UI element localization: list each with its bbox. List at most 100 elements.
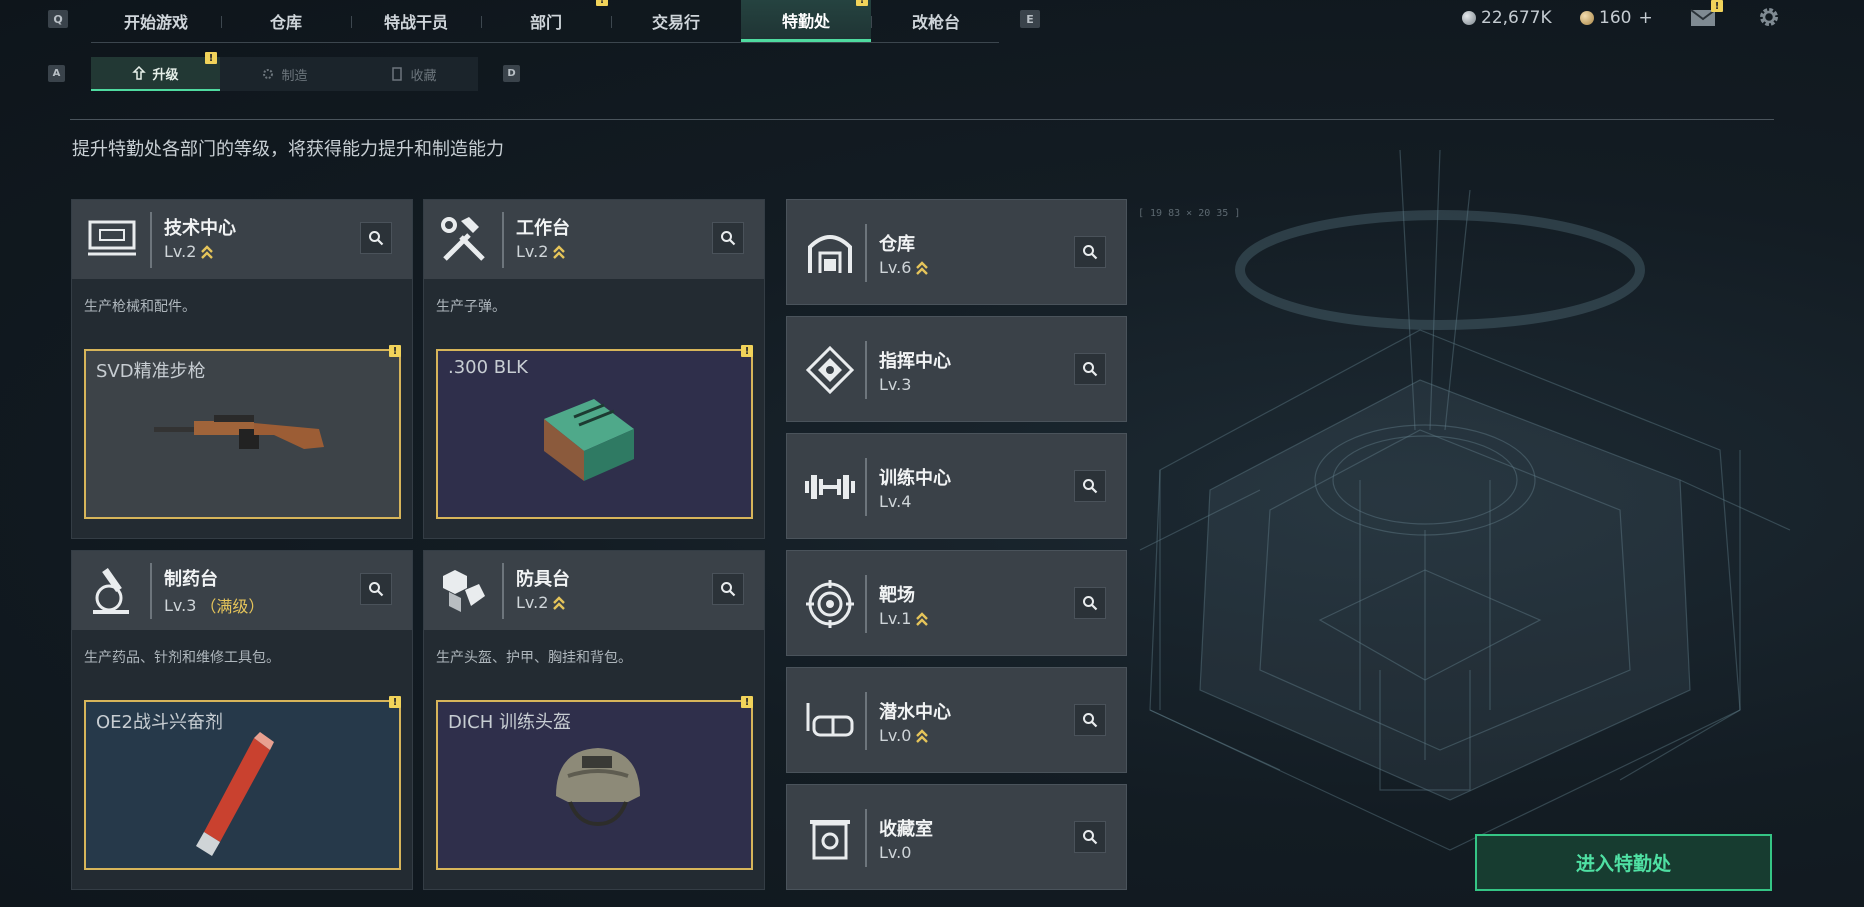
card-description: 生产头盔、护甲、胸挂和背包。 — [436, 650, 632, 666]
subtab-label: 收藏 — [410, 68, 437, 84]
coords-label: [ 19 83 × 20 35 ] — [1138, 208, 1241, 219]
notification-badge: ! — [389, 345, 401, 357]
tab-department[interactable]: 部门 ! — [481, 0, 611, 42]
inspect-button[interactable] — [1074, 821, 1106, 853]
workshop-card-pharmacy[interactable]: 制药台 Lv.3 （满级） 生产药品、针剂和维修工具包。 OE2战斗兴奋剂 ! — [71, 550, 413, 890]
facility-blueprint-illustration — [1139, 150, 1791, 851]
max-level-label: （满级） — [200, 597, 265, 616]
level-text: Lv.2 — [164, 242, 197, 261]
diving-center-icon — [799, 690, 861, 752]
card-separator — [150, 212, 152, 268]
tab-operators[interactable]: 特战干员 — [351, 0, 481, 42]
tab-special-ops[interactable]: 特勤处 ! — [741, 0, 871, 42]
silver-currency: 22,677K — [1462, 8, 1552, 28]
card-title: 制药台 — [164, 569, 218, 590]
workshop-card-armor-bench[interactable]: 防具台 Lv.2 生产头盔、护甲、胸挂和背包。 DICH 训练头盔 ! — [423, 550, 765, 890]
subtab-label: 制造 — [281, 68, 308, 84]
tab-label: 部门 — [529, 13, 562, 32]
search-icon — [1083, 245, 1098, 260]
search-icon — [1083, 596, 1098, 611]
tab-label: 特勤处 — [781, 11, 830, 31]
section-divider — [70, 119, 1774, 120]
tab-label: 特战干员 — [383, 13, 448, 32]
search-icon — [1083, 362, 1098, 377]
workshop-card-tech-center[interactable]: 技术中心 Lv.2 生产枪械和配件。 SVD精准步枪 ! — [71, 199, 413, 539]
silver-coin-icon — [1462, 11, 1476, 25]
add-gold-button[interactable]: + — [1638, 8, 1652, 28]
card-title: 训练中心 — [879, 468, 951, 489]
inspect-button[interactable] — [1074, 470, 1106, 502]
card-header: 技术中心 Lv.2 — [72, 200, 412, 279]
inspect-button[interactable] — [712, 222, 744, 254]
facility-card-command-center[interactable]: 指挥中心 Lv.3 — [786, 316, 1127, 422]
gold-coin-icon — [1580, 11, 1594, 25]
level-text: Lv.3 — [164, 595, 197, 615]
notification-badge: ! — [741, 696, 753, 708]
inspect-button[interactable] — [1074, 704, 1106, 736]
workbench-icon — [434, 210, 494, 270]
tab-warehouse[interactable]: 仓库 — [221, 0, 351, 42]
card-separator — [865, 575, 867, 633]
gold-currency: 160 + — [1580, 8, 1653, 28]
craft-icon — [263, 69, 274, 79]
card-title: 指挥中心 — [879, 351, 951, 372]
card-separator — [502, 563, 504, 619]
level-text: Lv.0 — [879, 843, 912, 862]
training-center-icon — [799, 456, 861, 518]
inspect-button[interactable] — [1074, 587, 1106, 619]
mail-button[interactable]: ! — [1690, 0, 1723, 28]
level-text: Lv.4 — [879, 492, 912, 511]
card-level: Lv.3 （满级） — [164, 593, 264, 617]
search-icon — [721, 231, 736, 246]
craft-item-box[interactable]: DICH 训练头盔 ! — [436, 696, 753, 870]
card-separator — [865, 224, 867, 282]
craft-item-name: DICH 训练头盔 — [448, 712, 571, 733]
top-nav: 开始游戏 仓库 特战干员 部门 ! 交易行 特勤处 ! 改枪台 — [91, 0, 1001, 42]
collection-room-icon — [799, 807, 861, 869]
card-header: 防具台 Lv.2 — [424, 551, 764, 630]
settings-button[interactable] — [1757, 5, 1781, 29]
search-icon — [1083, 830, 1098, 845]
tab-trading[interactable]: 交易行 — [611, 0, 741, 42]
workshop-card-workbench[interactable]: 工作台 Lv.2 生产子弹。 .300 BLK ! — [423, 199, 765, 539]
command-center-icon — [799, 339, 861, 401]
craft-item-box[interactable]: .300 BLK ! — [436, 345, 753, 519]
card-level: Lv.2 — [164, 242, 214, 261]
warehouse-icon — [799, 222, 861, 284]
inspect-button[interactable] — [360, 222, 392, 254]
level-text: Lv.0 — [879, 726, 912, 745]
inspect-button[interactable] — [1074, 353, 1106, 385]
inspect-button[interactable] — [1074, 236, 1106, 268]
card-level: Lv.1 — [879, 609, 929, 628]
craft-item-box[interactable]: SVD精准步枪 ! — [84, 345, 401, 519]
gold-amount: 160 — [1599, 8, 1632, 28]
subtab-craft[interactable]: 制造 — [220, 57, 349, 91]
notification-badge: ! — [389, 696, 401, 708]
facility-card-training-center[interactable]: 训练中心 Lv.4 — [786, 433, 1127, 539]
inspect-button[interactable] — [712, 573, 744, 605]
page-subtitle: 提升特勤处各部门的等级，将获得能力提升和制造能力 — [72, 139, 504, 160]
key-hint-e: E — [1020, 10, 1040, 28]
tab-start-game[interactable]: 开始游戏 — [91, 0, 221, 42]
subtab-collection[interactable]: 收藏 — [349, 57, 478, 91]
facility-card-collection-room[interactable]: 收藏室 Lv.0 — [786, 784, 1127, 890]
card-header: 制药台 Lv.3 （满级） — [72, 551, 412, 630]
facility-card-diving-center[interactable]: 潜水中心 Lv.0 — [786, 667, 1127, 773]
key-hint-a: A — [48, 65, 65, 82]
stimulant-injector-image — [196, 732, 274, 856]
facility-card-target-range[interactable]: 靶场 Lv.1 — [786, 550, 1127, 656]
subtab-upgrade[interactable]: 升级 ! — [91, 52, 220, 91]
tab-label: 开始游戏 — [123, 13, 188, 32]
inspect-button[interactable] — [360, 573, 392, 605]
tab-gunsmith[interactable]: 改枪台 — [871, 0, 1001, 42]
upgrade-available-icon — [553, 244, 566, 259]
nav-divider — [91, 42, 999, 43]
craft-item-box[interactable]: OE2战斗兴奋剂 ! — [84, 696, 401, 870]
key-hint-q: Q — [48, 10, 68, 28]
level-text: Lv.3 — [879, 375, 912, 394]
search-icon — [721, 582, 736, 597]
card-title: 技术中心 — [164, 218, 236, 239]
facility-card-warehouse[interactable]: 仓库 Lv.6 — [786, 199, 1127, 305]
card-level: Lv.0 — [879, 843, 911, 862]
enter-special-ops-button[interactable]: 进入特勤处 — [1475, 834, 1772, 891]
